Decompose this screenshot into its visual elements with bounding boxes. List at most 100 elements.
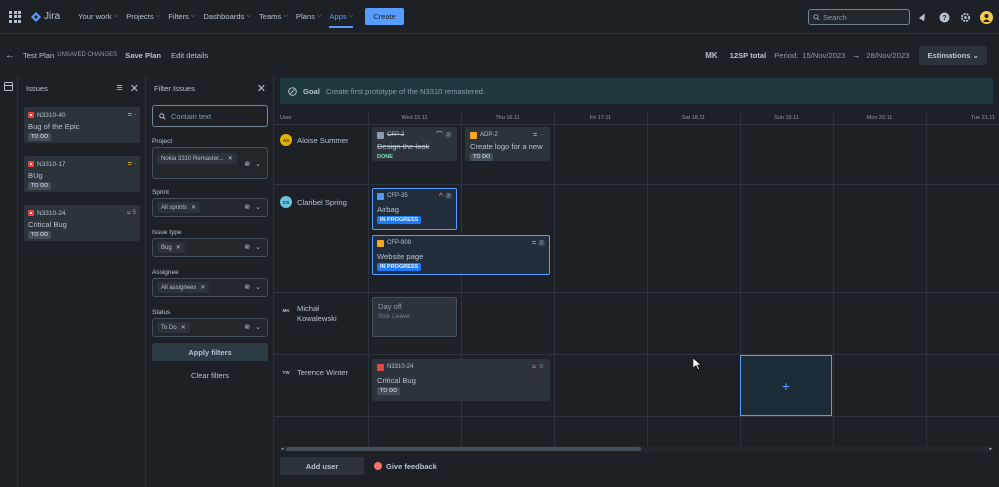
jira-logo[interactable]: Jira bbox=[31, 11, 60, 22]
chevron-down-icon[interactable]: ⌄ bbox=[255, 323, 261, 331]
user-name: Aloise Summer bbox=[297, 135, 349, 145]
scroll-right-arrow-icon[interactable]: ▸ bbox=[989, 446, 992, 452]
sprint-chip: All sprints ✕ bbox=[157, 202, 201, 213]
day-header: Wed 15.11 bbox=[401, 115, 428, 121]
day-off-block[interactable]: Day off Sick Leave bbox=[372, 297, 457, 337]
event-estimate: - bbox=[541, 132, 543, 138]
day-header: Thu 16.11 bbox=[495, 115, 520, 121]
chevron-down-icon[interactable]: ⌄ bbox=[255, 160, 261, 168]
chip-remove-icon[interactable]: ✕ bbox=[191, 205, 196, 211]
clear-icon[interactable]: ⊗ bbox=[244, 203, 250, 211]
event-card-header: CFP-35 ^ 3 bbox=[377, 192, 452, 200]
chevron-down-icon: ⌵ bbox=[316, 13, 322, 19]
assignee-select[interactable]: All assignees ✕ ⊗ ⌄ bbox=[152, 278, 268, 297]
event-card-n3310-24[interactable]: N3310-24 ≈5 Critical Bug TO DO bbox=[372, 359, 550, 401]
chip-label: All sprints bbox=[161, 205, 188, 211]
close-icon[interactable]: ✕ bbox=[257, 82, 266, 95]
status-select[interactable]: To Do ✕ ⊗ ⌄ bbox=[152, 318, 268, 337]
contain-text-input[interactable]: Contain text bbox=[152, 105, 268, 127]
event-card-header: CFP-2 ⌒ 2 bbox=[377, 131, 452, 139]
clear-icon[interactable]: ⊗ bbox=[244, 323, 250, 331]
issues-panel-title: Issues bbox=[26, 83, 48, 93]
user-row-michal[interactable]: MK Michał Kowalewski bbox=[280, 304, 357, 324]
nav-dashboards[interactable]: Dashboards ⌵ bbox=[199, 0, 255, 34]
event-card-cfp-2[interactable]: CFP-2 ⌒ 2 Design the look DONE bbox=[372, 127, 457, 161]
status-badge: DONE bbox=[377, 154, 393, 160]
nav-teams[interactable]: Teams ⌵ bbox=[255, 0, 292, 34]
event-card-cfp-35[interactable]: CFP-35 ^ 3 Airbag IN PROGRESS bbox=[372, 188, 457, 230]
clear-filters-button[interactable]: Clear filters bbox=[152, 366, 268, 384]
give-feedback-button[interactable]: Give feedback bbox=[374, 457, 437, 475]
apply-filters-button[interactable]: Apply filters bbox=[152, 343, 268, 361]
nav-your-work[interactable]: Your work ⌵ bbox=[74, 0, 122, 34]
assignee-label: Assignee bbox=[152, 269, 179, 276]
issue-estimate: - bbox=[134, 112, 136, 118]
day-header: Fri 17.11 bbox=[589, 115, 612, 121]
horizontal-scrollbar[interactable]: ◂ ▸ bbox=[280, 446, 993, 452]
planner-main: Goal Create first prototype of the N3310… bbox=[274, 76, 999, 487]
chevron-down-icon[interactable]: ⌄ bbox=[255, 203, 261, 211]
chevron-down-icon[interactable]: ⌄ bbox=[255, 243, 261, 251]
chevron-down-icon: ⌵ bbox=[155, 13, 161, 19]
project-chip: Nokia 3310 Remaster... ✕ bbox=[157, 153, 237, 164]
help-icon[interactable]: ? bbox=[938, 11, 950, 23]
issue-card[interactable]: N3310-17 = - BUg TO DO bbox=[24, 156, 140, 192]
chevron-down-icon[interactable]: ⌄ bbox=[255, 283, 261, 291]
clear-icon[interactable]: ⊗ bbox=[244, 160, 250, 168]
notification-icon[interactable] bbox=[917, 11, 929, 23]
user-row-claribel[interactable]: CS Claribel Spring bbox=[280, 196, 347, 208]
app-switcher-icon[interactable] bbox=[9, 10, 21, 23]
board-icon[interactable] bbox=[4, 82, 13, 93]
chip-remove-icon[interactable]: ✕ bbox=[228, 156, 233, 162]
sprint-label: Sprint bbox=[152, 189, 169, 196]
add-user-button[interactable]: Add user bbox=[280, 457, 364, 475]
event-card-header: N3310-24 ≈5 bbox=[377, 363, 545, 371]
user-row-aloise[interactable]: AS Aloise Summer bbox=[280, 134, 348, 146]
close-icon[interactable]: ✕ bbox=[130, 82, 139, 95]
filter-icon[interactable]: ≡ bbox=[116, 82, 122, 94]
plan-toolbar: ← Test Plan UNSAVED CHANGES Save Plan Ed… bbox=[0, 43, 999, 67]
nav-projects[interactable]: Projects ⌵ bbox=[122, 0, 164, 34]
add-event-cell[interactable]: + bbox=[740, 355, 832, 416]
search-icon bbox=[159, 112, 166, 120]
issue-type-select[interactable]: Bug ✕ ⊗ ⌄ bbox=[152, 238, 268, 257]
sprint-select[interactable]: All sprints ✕ ⊗ ⌄ bbox=[152, 198, 268, 217]
select-controls: ⊗ ⌄ bbox=[244, 243, 261, 251]
back-arrow-icon[interactable]: ← bbox=[5, 50, 15, 61]
scroll-left-arrow-icon[interactable]: ◂ bbox=[281, 446, 284, 452]
chip-label: Bug bbox=[161, 245, 172, 251]
save-plan-button[interactable]: Save Plan bbox=[125, 51, 161, 60]
target-icon bbox=[288, 86, 297, 96]
clear-icon[interactable]: ⊗ bbox=[244, 283, 250, 291]
scrollbar-thumb[interactable] bbox=[286, 447, 641, 451]
project-select[interactable]: Nokia 3310 Remaster... ✕ ⊗ ⌄ bbox=[152, 147, 268, 179]
user-row-terence[interactable]: TW Terence Winter bbox=[280, 366, 349, 378]
create-button[interactable]: Create bbox=[365, 8, 404, 25]
nav-filters[interactable]: Filters ⌵ bbox=[164, 0, 199, 34]
event-card-cfp-909[interactable]: CFP-909 = 2 Website page IN PROGRESS bbox=[372, 235, 550, 275]
period-start: 15/Nov/2023 bbox=[802, 50, 846, 60]
status-badge: IN PROGRESS bbox=[377, 216, 422, 224]
clear-icon[interactable]: ⊗ bbox=[244, 243, 250, 251]
day-off-reason: Sick Leave bbox=[378, 313, 410, 320]
edit-details-button[interactable]: Edit details bbox=[171, 51, 208, 60]
chip-remove-icon[interactable]: ✕ bbox=[200, 285, 205, 291]
mouse-cursor-icon bbox=[693, 358, 702, 370]
nav-label: Filters bbox=[168, 12, 189, 21]
issue-card[interactable]: N3310-40 = - Bug of the Epic TO DO bbox=[24, 107, 140, 143]
issue-card[interactable]: N3310-24 ≈5 Critical Bug TO DO bbox=[24, 205, 140, 241]
nav-plans[interactable]: Plans ⌵ bbox=[292, 0, 326, 34]
chip-remove-icon[interactable]: ✕ bbox=[176, 245, 181, 251]
search-input[interactable]: Search bbox=[808, 9, 910, 25]
chip-remove-icon[interactable]: ✕ bbox=[181, 325, 186, 331]
estimations-dropdown[interactable]: Estimations ⌄ bbox=[919, 45, 987, 65]
issue-key: N3310-17 bbox=[37, 160, 66, 168]
profile-avatar[interactable] bbox=[980, 10, 993, 24]
settings-icon[interactable] bbox=[959, 11, 971, 23]
status-badge: TO DO bbox=[28, 231, 52, 239]
status-badge: TO DO bbox=[377, 387, 401, 395]
nav-apps[interactable]: Apps ⌵ bbox=[325, 0, 357, 34]
feedback-label: Give feedback bbox=[386, 461, 437, 471]
event-card-adp-2[interactable]: ADP-2 = - Create logo for a new ... TO DO bbox=[465, 127, 550, 161]
jira-logo-icon bbox=[31, 11, 41, 22]
